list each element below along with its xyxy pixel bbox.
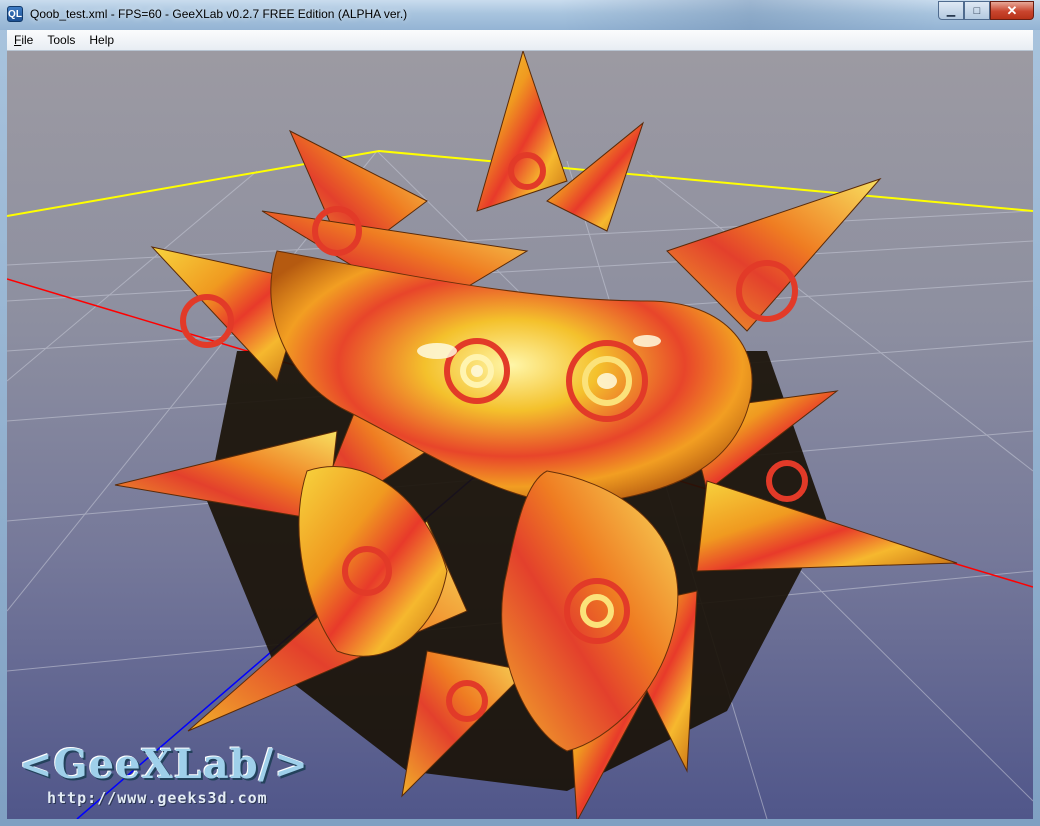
- app-logo-icon[interactable]: QL: [7, 6, 23, 22]
- menu-tools-label: Tools: [47, 33, 76, 47]
- menu-help-label: Help: [89, 33, 115, 47]
- menu-file-label: ile: [21, 33, 34, 47]
- menu-bar: File Tools Help: [7, 30, 1033, 51]
- close-button[interactable]: ✕: [990, 1, 1034, 20]
- window-title: Qoob_test.xml - FPS=60 - GeeXLab v0.2.7 …: [30, 7, 408, 21]
- geeks3d-url: http://www.geeks3d.com: [47, 789, 268, 807]
- menu-tools[interactable]: Tools: [40, 30, 82, 50]
- geexlab-logo: <GeeXLab/>: [19, 741, 309, 788]
- minimize-button[interactable]: ▁: [938, 1, 964, 20]
- maximize-button[interactable]: □: [964, 1, 990, 20]
- window-controls: ▁ □ ✕: [938, 1, 1034, 21]
- scene-render: [7, 51, 1033, 819]
- 3d-viewport[interactable]: <GeeXLab/> http://www.geeks3d.com: [7, 51, 1033, 819]
- title-bar[interactable]: QL Qoob_test.xml - FPS=60 - GeeXLab v0.2…: [0, 0, 1040, 30]
- title-bar-glare: [560, 0, 940, 30]
- geexlab-window: QL Qoob_test.xml - FPS=60 - GeeXLab v0.2…: [0, 0, 1040, 826]
- menu-file[interactable]: File: [7, 30, 40, 50]
- menu-help[interactable]: Help: [82, 30, 121, 50]
